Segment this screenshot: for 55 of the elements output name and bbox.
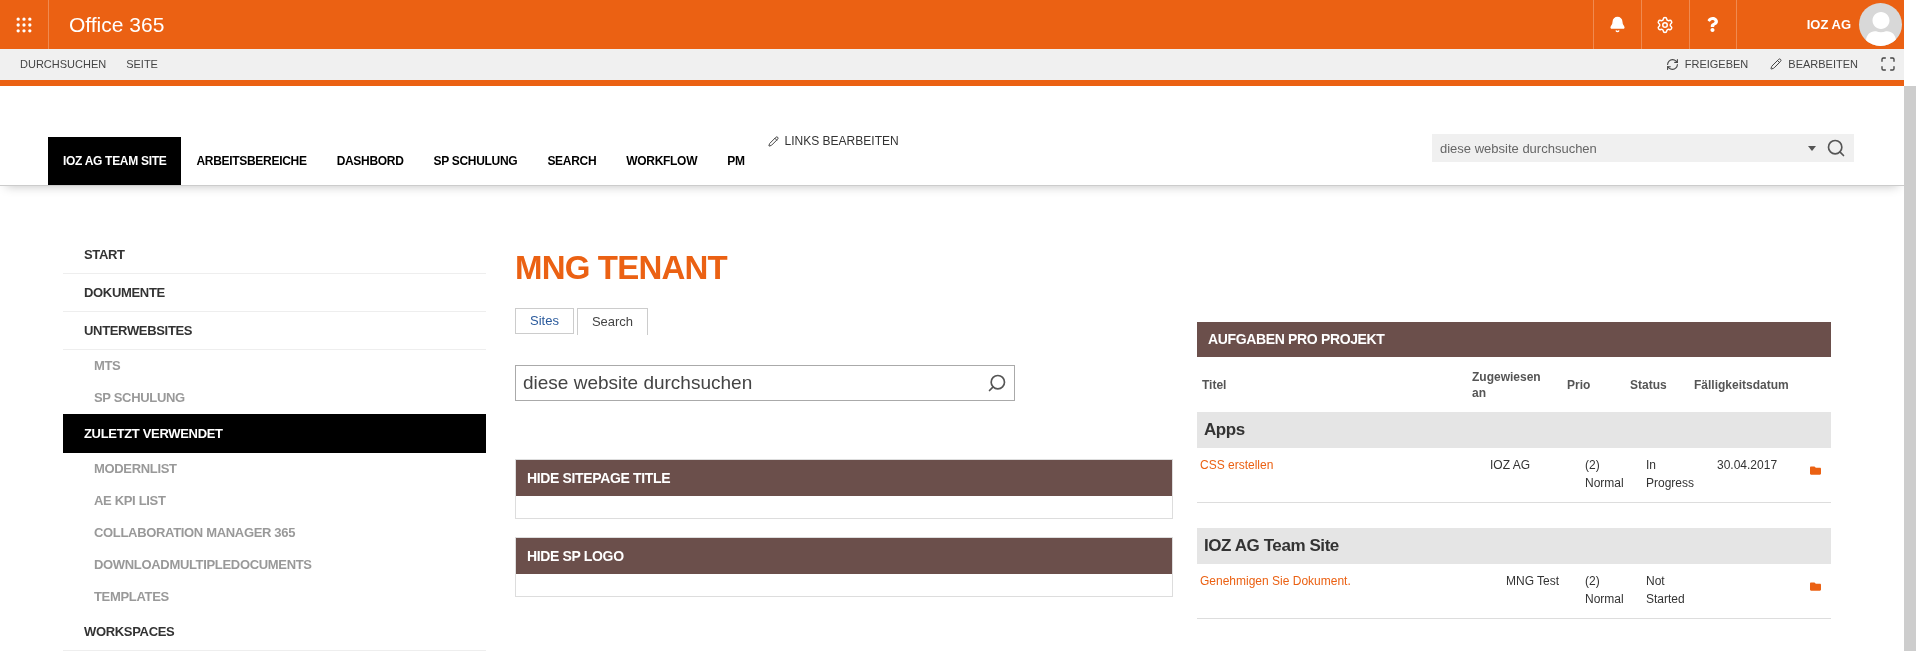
top-nav-link[interactable]: DASHBORD (321, 137, 419, 185)
table-cell-text: 30.04.2017 (1716, 457, 1779, 474)
column-header: Zugewiesen an (1472, 368, 1542, 401)
quick-launch-item[interactable]: UNTERWEBSITES (63, 312, 486, 350)
content-tab[interactable]: Sites (515, 308, 574, 334)
quick-launch-item[interactable]: START (63, 236, 486, 274)
table-cell-text: In Progress (1645, 457, 1696, 492)
column-header: Status (1630, 376, 1668, 394)
edit-links-link[interactable]: LINKS BEARBEITEN (767, 132, 899, 150)
top-nav-link[interactable]: SEARCH (532, 137, 612, 185)
content-tab[interactable]: Search (576, 308, 649, 335)
sync-icon (1665, 58, 1679, 71)
folder-icon[interactable] (1810, 581, 1821, 592)
top-nav-link[interactable]: PM (712, 137, 760, 185)
focus-icon[interactable] (1880, 56, 1896, 73)
dropdown-caret-icon[interactable] (1808, 146, 1816, 151)
table-cell-text: Not Started (1645, 573, 1686, 608)
table-cell-text: MNG Test (1505, 573, 1561, 590)
table-cell-text: (2) Normal (1584, 573, 1625, 608)
edit-button[interactable]: BEARBEITEN (1770, 56, 1858, 73)
column-header: Titel (1202, 376, 1228, 394)
folder-icon[interactable] (1810, 465, 1821, 476)
suite-title: Office 365 (69, 11, 165, 38)
top-nav-link[interactable]: WORKFLOW (611, 137, 713, 185)
search-icon[interactable] (987, 373, 1007, 393)
quick-launch-item[interactable]: ZULETZT VERWENDET (63, 414, 486, 453)
search-icon[interactable] (1826, 138, 1846, 158)
table-cell-text: (2) Normal (1584, 457, 1625, 492)
webpart-header: HIDE SP LOGO (516, 538, 1172, 574)
bell-icon (1608, 16, 1626, 33)
group-header: IOZ AG Team Site (1197, 528, 1831, 564)
settings-icon (1656, 15, 1675, 34)
pencil-icon (767, 135, 779, 147)
group-header: Apps (1197, 412, 1831, 448)
webpart-header: HIDE SITEPAGE TITLE (516, 460, 1172, 496)
search-box[interactable]: diese website durchsuchen (515, 365, 1015, 401)
avatar-icon[interactable] (1859, 3, 1902, 46)
ribbon-tab[interactable]: DURCHSUCHEN (20, 56, 107, 73)
task-link[interactable]: Genehmigen Sie Dokument. (1200, 572, 1470, 618)
quick-launch-item[interactable]: WORKSPACES (63, 613, 486, 651)
ribbon-tab[interactable]: SEITE (126, 56, 158, 73)
top-nav-link[interactable]: ARBEITSBEREICHE (181, 137, 322, 185)
page-title: MNG TENANT (515, 248, 729, 288)
site-search-field[interactable]: diese website durchsuchen (1432, 134, 1854, 162)
quick-launch-item[interactable]: DOKUMENTE (63, 274, 486, 312)
column-header: Prio (1567, 376, 1592, 394)
top-nav-link[interactable]: SP SCHULUNG (418, 137, 533, 185)
top-nav-link[interactable]: IOZ AG TEAM SITE (48, 137, 182, 185)
webpart-header: AUFGABEN PRO PROJEKT (1197, 322, 1831, 357)
scrollbar[interactable] (1904, 86, 1916, 651)
help-icon (1705, 17, 1721, 32)
share-button[interactable]: FREIGEBEN (1665, 56, 1749, 73)
pencil-icon (1770, 58, 1783, 71)
column-header: Fälligkeitsdatum (1694, 376, 1790, 394)
table-cell-text: IOZ AG (1489, 457, 1531, 474)
